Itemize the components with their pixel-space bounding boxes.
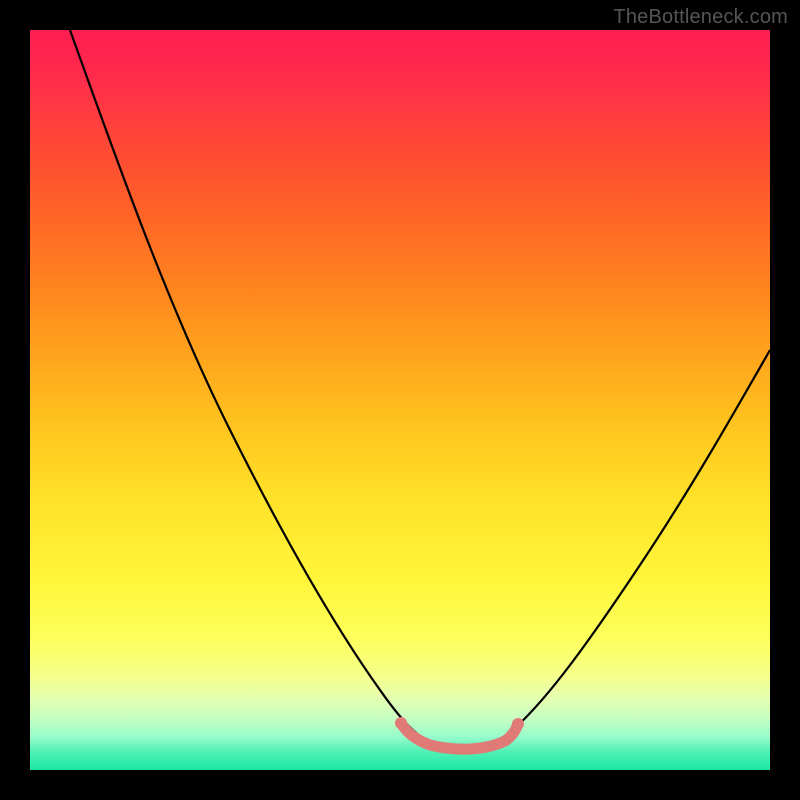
bottleneck-curve (30, 30, 770, 770)
valley-highlight (401, 723, 518, 749)
watermark-text: TheBottleneck.com (613, 6, 788, 29)
plot-area (30, 30, 770, 770)
curve-path (70, 30, 770, 748)
valley-dot-right (512, 718, 524, 730)
valley-dot-left (395, 717, 407, 729)
